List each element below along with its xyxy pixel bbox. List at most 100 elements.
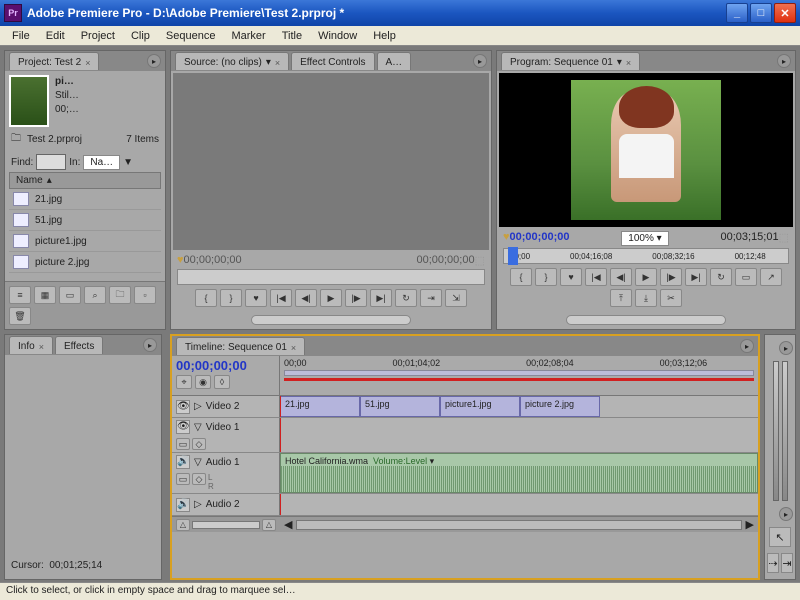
timeline-clip[interactable]: picture 2.jpg [520, 396, 600, 417]
close-icon[interactable]: × [275, 58, 280, 68]
playhead[interactable] [280, 418, 281, 452]
zoom-slider[interactable] [192, 521, 260, 529]
goto-in-button[interactable]: |◀ [585, 268, 607, 286]
menu-clip[interactable]: Clip [123, 28, 158, 44]
list-item[interactable]: picture 2.jpg [9, 252, 161, 273]
delete-button[interactable]: 🗑 [9, 307, 31, 325]
program-tab[interactable]: Program: Sequence 01 ▾ × [501, 52, 640, 70]
zoom-in-button[interactable]: △ [262, 519, 276, 531]
timeline-ruler[interactable]: 00;0000;01;04;0200;02;08;0400;03;12;06 [280, 356, 758, 395]
track-display-button[interactable]: ▭ [176, 438, 190, 450]
panel-menu-button[interactable]: ▸ [147, 54, 161, 68]
scroll-right-button[interactable]: ▶ [746, 518, 754, 531]
selection-tool[interactable]: ↖ [769, 527, 791, 547]
jog-shuttle[interactable] [251, 315, 411, 325]
panel-menu-button[interactable]: ▸ [740, 339, 754, 353]
menu-sequence[interactable]: Sequence [158, 28, 224, 44]
source-timecode-left[interactable]: 00;00;00;00 [184, 254, 242, 267]
find-in-dropdown[interactable]: Na… [83, 155, 120, 170]
speaker-icon[interactable]: 🔊 [176, 455, 190, 469]
output-button[interactable]: ↗ [760, 268, 782, 286]
zoom-dropdown[interactable]: 100% ▾ [621, 231, 668, 246]
track-label[interactable]: Audio 1 [206, 457, 240, 468]
new-item-button[interactable]: ▫ [134, 286, 156, 304]
safe-margins-button[interactable]: ▭ [735, 268, 757, 286]
column-header-name[interactable]: Name▴ [9, 172, 161, 189]
program-ruler[interactable]: 00;0000;04;16;0800;08;32;1600;12;48 [503, 248, 789, 264]
work-area-bar[interactable] [284, 370, 754, 376]
info-tab[interactable]: Info× [9, 336, 53, 354]
collapse-icon[interactable]: ▷ [194, 401, 202, 412]
source-tab[interactable]: Source: (no clips) ▾ × [175, 52, 289, 70]
playhead[interactable] [280, 494, 281, 515]
loop-button[interactable]: ↻ [395, 289, 417, 307]
menu-marker[interactable]: Marker [223, 28, 273, 44]
set-in-button[interactable]: { [510, 268, 532, 286]
timeline-scrollbar[interactable] [296, 520, 741, 530]
zoom-out-button[interactable]: △ [176, 519, 190, 531]
set-out-button[interactable]: } [220, 289, 242, 307]
effect-controls-tab[interactable]: Effect Controls [291, 52, 374, 70]
list-view-button[interactable]: ≡ [9, 286, 31, 304]
effects-tab[interactable]: Effects [55, 336, 103, 354]
program-timecode-left[interactable]: 00;00;00;00 [510, 231, 570, 246]
program-viewport[interactable] [499, 73, 793, 227]
dropdown-arrow-icon[interactable]: ▼ [123, 157, 133, 168]
set-in-button[interactable]: { [195, 289, 217, 307]
new-bin-button[interactable]: 🗀 [109, 286, 131, 304]
timeline-clip[interactable]: 21.jpg [280, 396, 360, 417]
marker-button[interactable]: ◊ [214, 375, 230, 389]
snap-button[interactable]: ⌖ [176, 375, 192, 389]
collapse-icon[interactable]: ▽ [194, 422, 202, 433]
close-icon[interactable]: × [85, 58, 90, 68]
collapse-icon[interactable]: ▽ [194, 457, 202, 468]
ripple-tool[interactable]: ⇥ [781, 553, 793, 573]
close-icon[interactable]: × [626, 58, 631, 68]
track-display-button[interactable]: ▭ [176, 473, 190, 485]
minimize-button[interactable]: _ [726, 3, 748, 23]
scroll-left-button[interactable]: ◀ [284, 518, 292, 531]
list-item[interactable]: picture1.jpg [9, 231, 161, 252]
marker-button[interactable]: ♥ [245, 289, 267, 307]
lift-button[interactable]: ⤒ [610, 289, 632, 307]
panel-menu-button[interactable]: ▸ [143, 338, 157, 352]
keyframe-button[interactable]: ◇ [192, 438, 206, 450]
play-button[interactable]: ▶ [635, 268, 657, 286]
razor-sync-button[interactable]: ◉ [195, 375, 211, 389]
step-back-button[interactable]: ◀| [295, 289, 317, 307]
close-icon[interactable]: × [39, 342, 44, 352]
playhead-icon[interactable] [508, 247, 518, 265]
menu-file[interactable]: File [4, 28, 38, 44]
timeline-timecode[interactable]: 00;00;00;00 [176, 358, 275, 373]
collapse-icon[interactable]: ▷ [194, 499, 202, 510]
step-back-button[interactable]: ◀| [610, 268, 632, 286]
out-icon[interactable]: ⬚ [779, 231, 789, 246]
loop-button[interactable]: ↻ [710, 268, 732, 286]
timeline-tab[interactable]: Timeline: Sequence 01× [176, 337, 305, 355]
close-icon[interactable]: × [291, 343, 296, 353]
icon-view-button[interactable]: ▦ [34, 286, 56, 304]
playhead[interactable] [280, 396, 281, 417]
menu-project[interactable]: Project [73, 28, 123, 44]
project-tab[interactable]: Project: Test 2× [9, 52, 99, 70]
extract-button[interactable]: ⤓ [635, 289, 657, 307]
find-input[interactable] [36, 154, 66, 170]
list-item[interactable]: 51.jpg [9, 210, 161, 231]
speaker-icon[interactable]: 🔊 [176, 498, 190, 512]
eye-icon[interactable]: 👁 [176, 400, 190, 414]
jog-shuttle[interactable] [566, 315, 726, 325]
goto-in-button[interactable]: |◀ [270, 289, 292, 307]
list-item[interactable]: 21.jpg [9, 189, 161, 210]
close-button[interactable]: ✕ [774, 3, 796, 23]
maximize-button[interactable]: □ [750, 3, 772, 23]
marker-button[interactable]: ♥ [560, 268, 582, 286]
keyframe-button[interactable]: ◇ [192, 473, 206, 485]
trim-button[interactable]: ✂ [660, 289, 682, 307]
out-icon[interactable]: ⬚ [475, 254, 485, 267]
step-fwd-button[interactable]: |▶ [660, 268, 682, 286]
track-label[interactable]: Video 2 [206, 401, 240, 412]
step-fwd-button[interactable]: |▶ [345, 289, 367, 307]
eye-icon[interactable]: 👁 [176, 420, 190, 434]
timeline-audio-clip[interactable]: Hotel California.wma Volume:Level ▾ [280, 453, 758, 493]
play-button[interactable]: ▶ [320, 289, 342, 307]
